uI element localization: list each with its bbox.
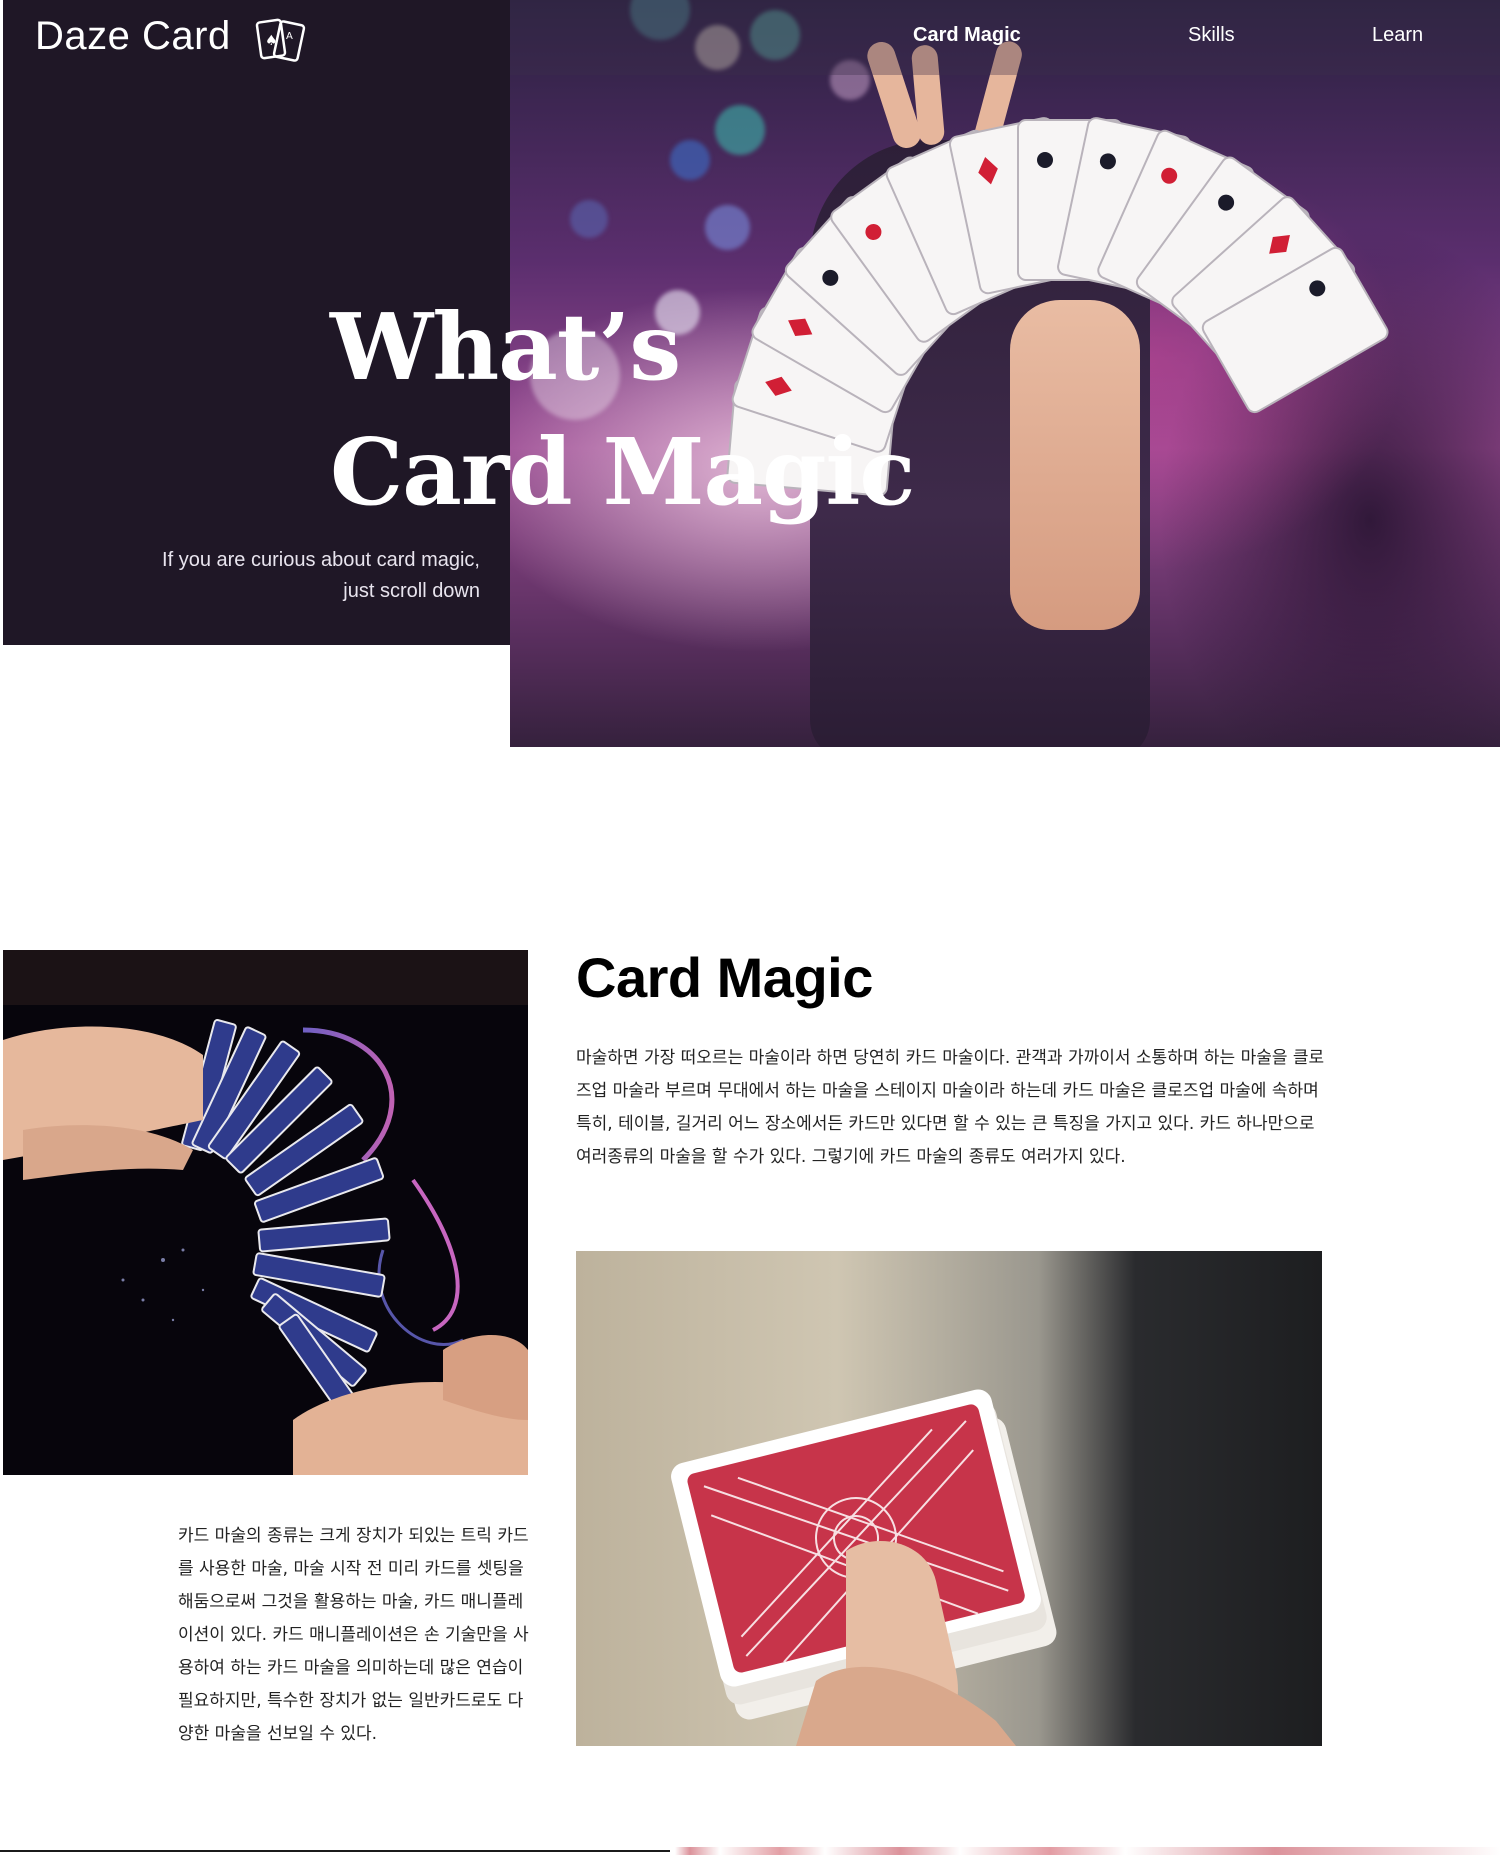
- nav-link-card-magic[interactable]: Card Magic: [913, 24, 1021, 47]
- card-deck-illustration: [671, 1389, 1057, 1746]
- bottom-divider: [0, 1850, 670, 1852]
- nav-link-learn[interactable]: Learn: [1372, 24, 1423, 47]
- hero-subtitle-line1: If you are curious about card magic,: [162, 549, 480, 571]
- section-title: Card Magic: [576, 946, 873, 1009]
- nav-link-skills[interactable]: Skills: [1188, 24, 1235, 47]
- hero-subtitle: If you are curious about card magic, jus…: [140, 545, 480, 607]
- svg-text:♠: ♠: [265, 33, 278, 49]
- svg-text:A: A: [286, 31, 293, 42]
- card-magic-intro-paragraph: 마술하면 가장 떠오르는 마술이라 하면 당연히 카드 마술이다. 관객과 가까…: [576, 1048, 1325, 1167]
- hero-title: What’s Card Magic: [330, 285, 915, 535]
- hero-subtitle-line2: just scroll down: [343, 580, 480, 602]
- hero-title-line1: What’s: [330, 293, 681, 401]
- playing-cards-icon: ♠ A: [255, 18, 306, 62]
- card-cascade-illustration: [3, 1019, 528, 1475]
- magician-hand: [1010, 300, 1140, 630]
- card-magic-types-paragraph: 카드 마술의 종류는 크게 장치가 되있는 트릭 카드를 사용한 마술, 마술 …: [178, 1526, 529, 1744]
- card-cascade-image: [3, 950, 528, 1475]
- brand-logo-text[interactable]: Daze Card: [35, 14, 231, 59]
- card-deck-image: [576, 1251, 1322, 1746]
- hero-title-line2: Card Magic: [330, 418, 915, 526]
